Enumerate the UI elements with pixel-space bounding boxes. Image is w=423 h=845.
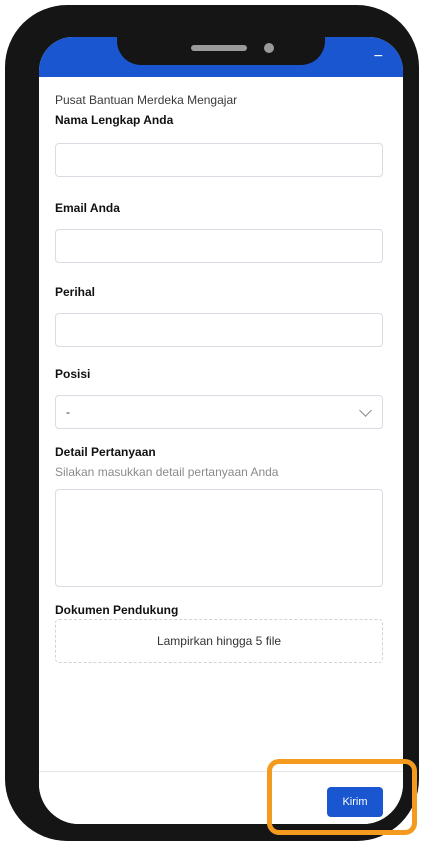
phone-frame: − Pusat Bantuan Merdeka Mengajar Nama Le… <box>5 5 419 841</box>
position-label: Posisi <box>55 367 91 381</box>
email-input[interactable] <box>55 229 383 263</box>
subject-label: Perihal <box>55 285 96 299</box>
details-hint: Silakan masukkan detail pertanyaan Anda <box>55 465 279 479</box>
name-input[interactable] <box>55 143 383 177</box>
page-title: Pusat Bantuan Merdeka Mengajar <box>55 93 238 107</box>
details-label: Detail Pertanyaan <box>55 445 156 459</box>
side-button-mute <box>7 123 15 157</box>
side-button-volume-down <box>7 260 15 322</box>
minimize-icon[interactable]: − <box>374 49 383 65</box>
name-label: Nama Lengkap Anda <box>55 113 174 127</box>
position-select[interactable]: - <box>55 395 383 429</box>
chevron-down-icon <box>359 404 372 417</box>
attachments-label: Dokumen Pendukung <box>55 603 179 617</box>
details-textarea[interactable] <box>55 489 383 587</box>
side-button-volume-up <box>7 185 15 247</box>
phone-screen: − Pusat Bantuan Merdeka Mengajar Nama Le… <box>39 37 403 824</box>
attach-files-button[interactable]: Lampirkan hingga 5 file <box>55 619 383 663</box>
position-selected-value: - <box>66 405 70 419</box>
subject-input[interactable] <box>55 313 383 347</box>
speaker-grille <box>191 45 247 51</box>
phone-notch <box>117 10 325 65</box>
submit-highlight-box <box>267 759 417 835</box>
camera-icon <box>264 43 274 53</box>
email-label: Email Anda <box>55 201 120 215</box>
help-form: Pusat Bantuan Merdeka Mengajar Nama Leng… <box>55 93 385 663</box>
